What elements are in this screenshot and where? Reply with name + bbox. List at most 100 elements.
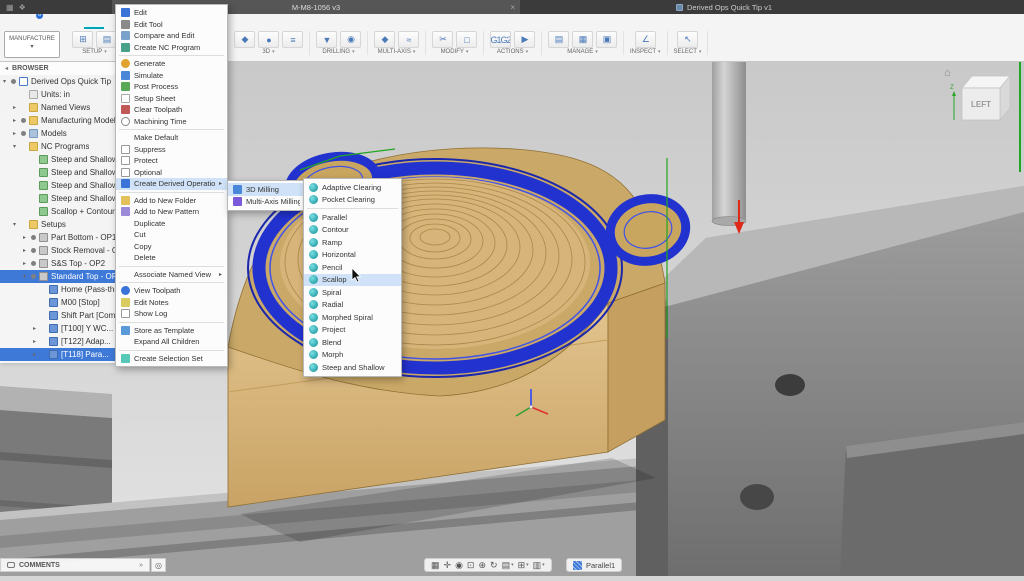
expand-arrow-icon[interactable]: ▸ xyxy=(33,338,41,345)
menu-item[interactable]: ▸ xyxy=(119,129,224,130)
menu-item[interactable]: ▸ xyxy=(119,266,224,267)
setup-folder-icon[interactable]: ▤ xyxy=(96,31,117,48)
ribbon-group-label[interactable]: SELECT▾ xyxy=(674,49,702,55)
expand-arrow-icon[interactable]: ▸ xyxy=(33,325,41,332)
dock-item[interactable]: ↻ xyxy=(490,561,498,570)
new-setup-icon[interactable]: ⊞ xyxy=(72,31,93,48)
menu-item[interactable]: Setup Sheet ▸ xyxy=(116,93,227,105)
menu-item[interactable]: ▸ xyxy=(119,55,224,56)
expand-arrow-icon[interactable]: ▸ xyxy=(33,351,41,358)
ribbon-group-label[interactable]: DRILLING▾ xyxy=(322,49,354,55)
dock-item[interactable]: ⊕ xyxy=(478,561,486,570)
ribbon-group-label[interactable]: INSPECT▾ xyxy=(630,49,661,55)
ribbon-group-label[interactable]: MODIFY▾ xyxy=(441,49,469,55)
visibility-dot-icon[interactable] xyxy=(31,235,36,240)
menu-item[interactable]: Create Selection Set ▸ xyxy=(116,353,227,365)
menu-item[interactable]: Clear Toolpath ▸ xyxy=(116,104,227,116)
visibility-dot-icon[interactable] xyxy=(31,274,36,279)
bore-icon[interactable]: ◉ xyxy=(340,31,361,48)
drill-icon[interactable]: ▼ xyxy=(316,31,337,48)
menu-item[interactable]: ▸ xyxy=(119,350,224,351)
expand-arrow-icon[interactable]: ▸ xyxy=(13,104,21,111)
marking-menu-icon[interactable]: ◎ xyxy=(151,558,166,572)
dock-item[interactable]: ⊞ xyxy=(518,561,529,570)
menu-item[interactable]: Show Log ▸ xyxy=(116,308,227,320)
expand-arrow-icon[interactable]: ▾ xyxy=(13,143,21,150)
select-icon[interactable]: ↖ xyxy=(677,31,698,48)
expand-arrow-icon[interactable]: ▸ xyxy=(23,234,31,241)
visibility-dot-icon[interactable] xyxy=(21,131,26,136)
expand-arrow-icon[interactable]: ▾ xyxy=(3,78,11,85)
menu-item[interactable]: Copy ▸ xyxy=(116,241,227,253)
menu-item[interactable]: Make Default ▸ xyxy=(116,132,227,144)
expand-arrow-icon[interactable]: ▸ xyxy=(13,117,21,124)
post-process-icon[interactable]: G1G2 xyxy=(490,31,511,48)
ribbon-group-label[interactable]: 3D▾ xyxy=(262,49,274,55)
visibility-dot-icon[interactable] xyxy=(21,118,26,123)
swarf-icon[interactable]: ◆ xyxy=(374,31,395,48)
adaptive-clearing-icon[interactable]: ◆ xyxy=(234,31,255,48)
parallel-icon[interactable]: ≡ xyxy=(282,31,303,48)
ribbon-group-label[interactable]: MULTI-AXIS▾ xyxy=(378,49,416,55)
visibility-dot-icon[interactable] xyxy=(31,248,36,253)
menu-item[interactable]: Morph ▸ xyxy=(304,349,401,362)
view-cube[interactable]: ⌂ Z LEFT xyxy=(940,62,1020,139)
menu-item[interactable]: Compare and Edit ▸ xyxy=(116,30,227,42)
menu-item[interactable]: Edit Notes ▸ xyxy=(116,297,227,309)
menu-item[interactable]: Create Derived Operation ▸ xyxy=(116,178,227,190)
trim-toolpath-icon[interactable]: ✂ xyxy=(432,31,453,48)
collapse-arrow-icon[interactable]: ◂ xyxy=(5,65,8,72)
menu-item[interactable]: Expand All Children ▸ xyxy=(116,336,227,348)
tool-library-icon[interactable]: ▤ xyxy=(548,31,569,48)
expand-arrow-icon[interactable]: ▾ xyxy=(23,273,31,280)
menu-item[interactable]: Horizontal ▸ xyxy=(304,249,401,262)
ribbon-tab[interactable] xyxy=(242,27,262,29)
tab-close-icon[interactable]: × xyxy=(510,3,515,12)
menu-item[interactable]: Protect ▸ xyxy=(116,155,227,167)
menu-item[interactable]: ▸ xyxy=(119,322,224,323)
menu-item[interactable]: View Toolpath ▸ xyxy=(116,285,227,297)
menu-item[interactable]: Generate ▸ xyxy=(116,58,227,70)
menu-item[interactable]: Edit Tool ▸ xyxy=(116,19,227,31)
menu-item[interactable]: Parallel ▸ xyxy=(304,211,401,224)
menu-item[interactable]: Optional ▸ xyxy=(116,167,227,179)
dock-item[interactable]: ✛ xyxy=(444,561,452,570)
expand-arrow-icon[interactable]: ▸ xyxy=(13,130,21,137)
menu-item[interactable]: Ramp ▸ xyxy=(304,236,401,249)
menu-item[interactable]: Delete ▸ xyxy=(116,252,227,264)
expand-icon[interactable]: » xyxy=(139,562,143,569)
pocket-clearing-icon[interactable]: ● xyxy=(258,31,279,48)
menu-item[interactable]: Associate Named View ▸ xyxy=(116,269,227,281)
menu-item[interactable]: Simulate ▸ xyxy=(116,70,227,82)
menu-item[interactable]: Edit ▸ xyxy=(116,7,227,19)
ribbon-tab[interactable] xyxy=(262,27,282,29)
flow-icon[interactable]: ≈ xyxy=(398,31,419,48)
extension-icon[interactable]: ❖ xyxy=(19,3,26,12)
dock-item[interactable]: ▤ xyxy=(502,561,514,570)
visibility-dot-icon[interactable] xyxy=(31,261,36,266)
menu-item[interactable]: Suppress ▸ xyxy=(116,144,227,156)
ribbon-group-label[interactable]: SETUP▾ xyxy=(82,49,107,55)
menu-item[interactable]: Add to New Pattern ▸ xyxy=(116,206,227,218)
generation-status[interactable]: Parallel1 xyxy=(566,558,622,572)
dock-item[interactable]: ◉ xyxy=(455,561,463,570)
menu-item[interactable]: Machining Time ▸ xyxy=(116,116,227,128)
menu-item[interactable]: Pocket Clearing ▸ xyxy=(304,194,401,207)
simulate-icon[interactable]: ▶ xyxy=(514,31,535,48)
dock-item[interactable]: ▦ xyxy=(431,561,440,570)
menu-item[interactable]: Store as Template ▸ xyxy=(116,325,227,337)
menu-item[interactable]: Contour ▸ xyxy=(304,224,401,237)
ribbon-group-label[interactable]: ACTIONS▾ xyxy=(497,49,528,55)
menu-item[interactable]: Cut ▸ xyxy=(116,229,227,241)
menu-item[interactable]: Adaptive Clearing ▸ xyxy=(304,181,401,194)
visibility-dot-icon[interactable] xyxy=(11,79,16,84)
menu-item[interactable]: Steep and Shallow ▸ xyxy=(304,361,401,374)
menu-item[interactable]: ▸ xyxy=(307,208,398,209)
comments-bar[interactable]: COMMENTS » xyxy=(0,558,150,572)
dock-item[interactable]: ▥ xyxy=(533,561,545,570)
expand-arrow-icon[interactable]: ▸ xyxy=(23,260,31,267)
machine-library-icon[interactable]: ▣ xyxy=(596,31,617,48)
expand-arrow-icon[interactable]: ▾ xyxy=(13,221,21,228)
dock-item[interactable]: ⊡ xyxy=(467,561,475,570)
transform-icon[interactable]: □ xyxy=(456,31,477,48)
